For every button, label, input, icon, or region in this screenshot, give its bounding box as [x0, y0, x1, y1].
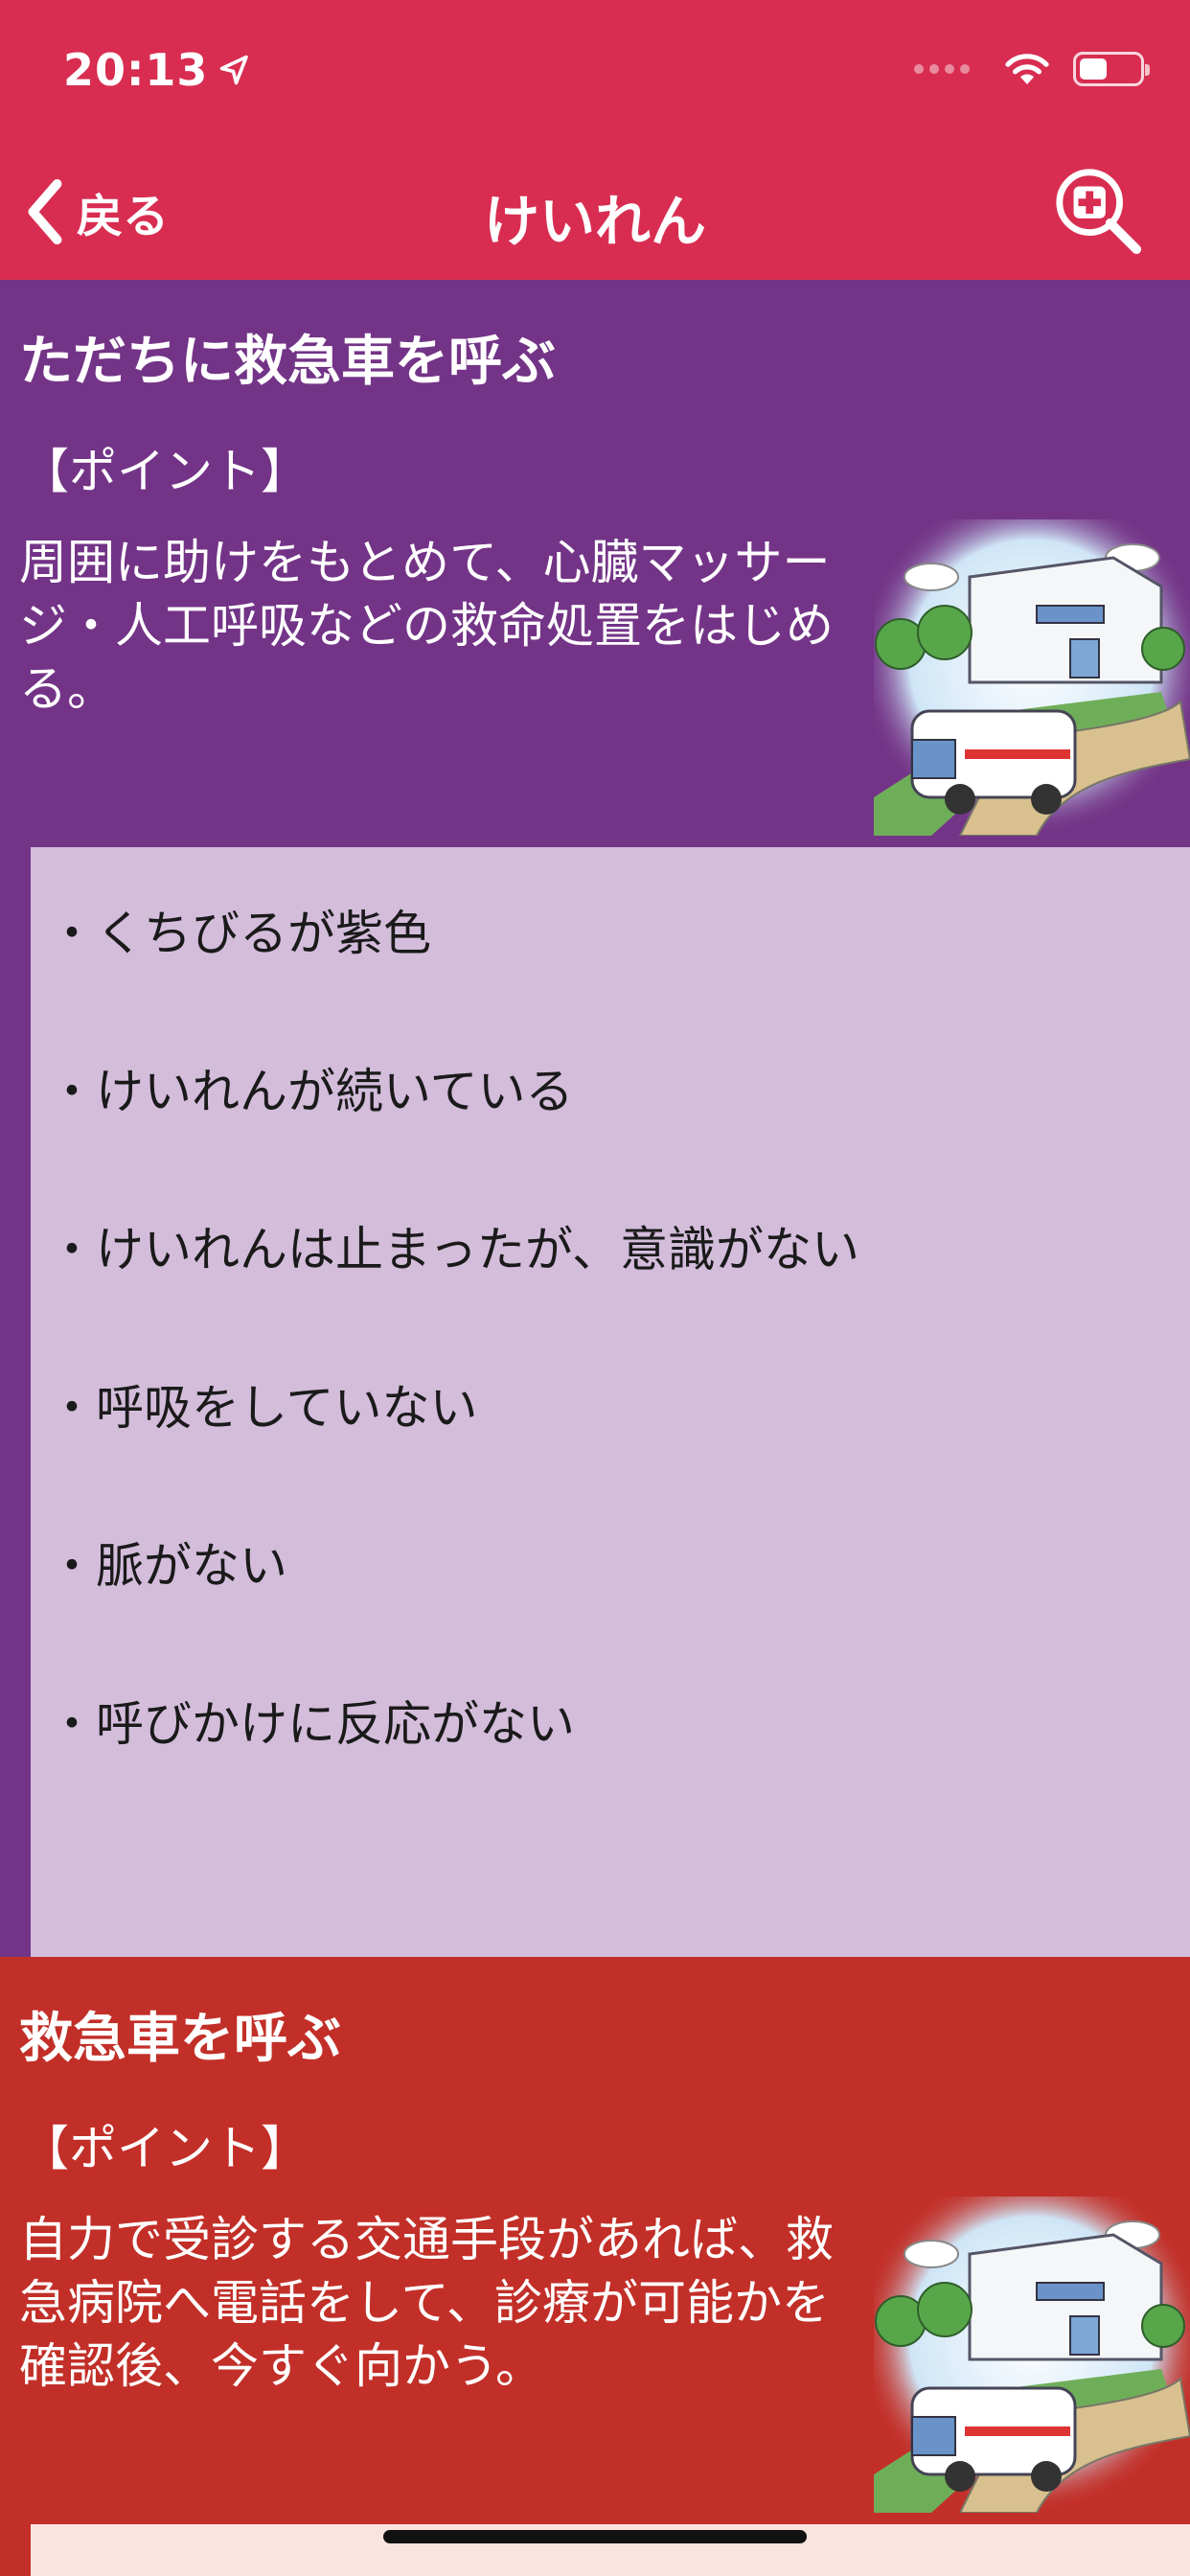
screen: 20:13 戻る けいれん ただちに救急車を呼ぶ 【ポイント】 周囲に助けをもと…: [0, 0, 1190, 2576]
section-title: ただちに救急車を呼ぶ: [19, 331, 556, 393]
call-ambulance-section: 救急車を呼ぶ 【ポイント】 自力で受診する交通手段があれば、救急病院へ電話をして…: [0, 1957, 1190, 2576]
section-title: 救急車を呼ぶ: [19, 2008, 341, 2070]
wifi-icon: [1005, 54, 1049, 84]
location-arrow-icon: [220, 55, 249, 85]
list-item: ・くちびるが紫色: [48, 906, 431, 961]
battery-icon: [1073, 52, 1150, 86]
list-item: ・けいれんが続いている: [48, 1064, 574, 1119]
battery-level: [1080, 58, 1107, 80]
status-bar: 20:13: [0, 0, 1190, 144]
status-time-label: 20:13: [63, 44, 209, 96]
symptom-list: ・くちびるが紫色 ・けいれんが続いている ・けいれんは止まったが、意識がない ・…: [31, 847, 1190, 1957]
list-item: ・呼吸をしていない: [48, 1380, 478, 1436]
page-title: けいれん: [483, 189, 706, 254]
list-item: ・呼びかけに反応がない: [48, 1696, 575, 1752]
hospital-ambulance-illustration: [874, 2196, 1190, 2513]
list-item: ・けいれんは止まったが、意識がない: [48, 1222, 859, 1277]
point-label: 【ポイント】: [21, 2121, 309, 2176]
nav-bar: 戻る けいれん: [0, 144, 1190, 280]
cellular-signal-icon: [914, 64, 975, 74]
home-indicator[interactable]: [383, 2530, 807, 2543]
section-description: 周囲に助けをもとめて、心臓マッサージ・人工呼吸などの救命処置をはじめる。: [19, 535, 834, 717]
hospital-ambulance-illustration: [874, 519, 1190, 836]
zoom-medical-icon[interactable]: [1052, 165, 1146, 259]
point-label: 【ポイント】: [21, 444, 309, 499]
status-indicators: [914, 50, 1150, 88]
section-description: 自力で受診する交通手段があれば、救急病院へ電話をして、診療が可能かを確認後、今す…: [19, 2212, 834, 2394]
status-time: 20:13: [63, 44, 252, 96]
emergency-section: ただちに救急車を呼ぶ 【ポイント】 周囲に助けをもとめて、心臓マッサージ・人工呼…: [0, 280, 1190, 1957]
list-item: ・脈がない: [48, 1538, 287, 1594]
